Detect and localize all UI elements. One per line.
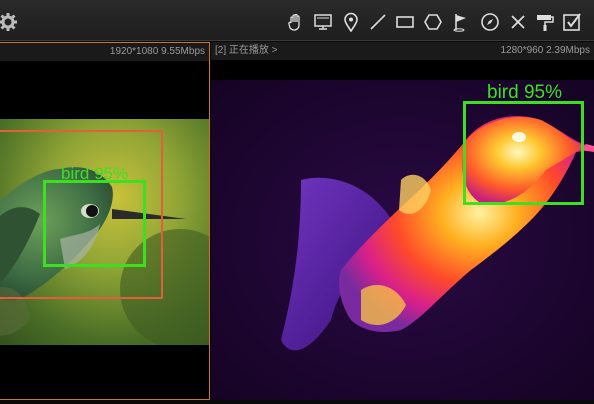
- line-draw-icon[interactable]: [368, 12, 388, 32]
- compass-icon[interactable]: [480, 12, 500, 32]
- settings-gear-icon[interactable]: [0, 12, 18, 32]
- video-frame-visible[interactable]: bird 95%: [0, 119, 209, 345]
- video-pane-right[interactable]: [2] 正在播放 > 1280*960 2.39Mbps bird 95%: [211, 42, 594, 400]
- pane-header-right: [2] 正在播放 > 1280*960 2.39Mbps: [211, 42, 594, 60]
- detection-label: bird 95%: [487, 82, 562, 103]
- pane-header-left: 1920*1080 9.55Mbps: [0, 43, 209, 61]
- stream-info: 1280*960 2.39Mbps: [500, 45, 590, 56]
- location-pin-icon[interactable]: [341, 12, 361, 32]
- detection-box: [463, 101, 584, 205]
- polygon-draw-icon[interactable]: [423, 12, 443, 32]
- pane-title: [2] 正在播放 >: [215, 45, 278, 56]
- checkbox-icon[interactable]: [562, 12, 582, 32]
- detection-box: [43, 180, 146, 267]
- rectangle-draw-icon[interactable]: [395, 12, 415, 32]
- flag-icon[interactable]: [451, 12, 471, 32]
- close-x-icon[interactable]: [508, 12, 528, 32]
- monitor-icon[interactable]: [313, 12, 333, 32]
- video-pane-left[interactable]: 1920*1080 9.55Mbps bird 95%: [0, 42, 210, 400]
- stream-info: 1920*1080 9.55Mbps: [109, 46, 205, 57]
- paint-roller-icon[interactable]: [535, 12, 555, 32]
- video-frame-thermal[interactable]: bird 95%: [211, 80, 594, 400]
- hand-pan-icon[interactable]: [286, 12, 306, 32]
- detection-label: bird 95%: [61, 164, 129, 183]
- top-toolbar: [0, 0, 594, 41]
